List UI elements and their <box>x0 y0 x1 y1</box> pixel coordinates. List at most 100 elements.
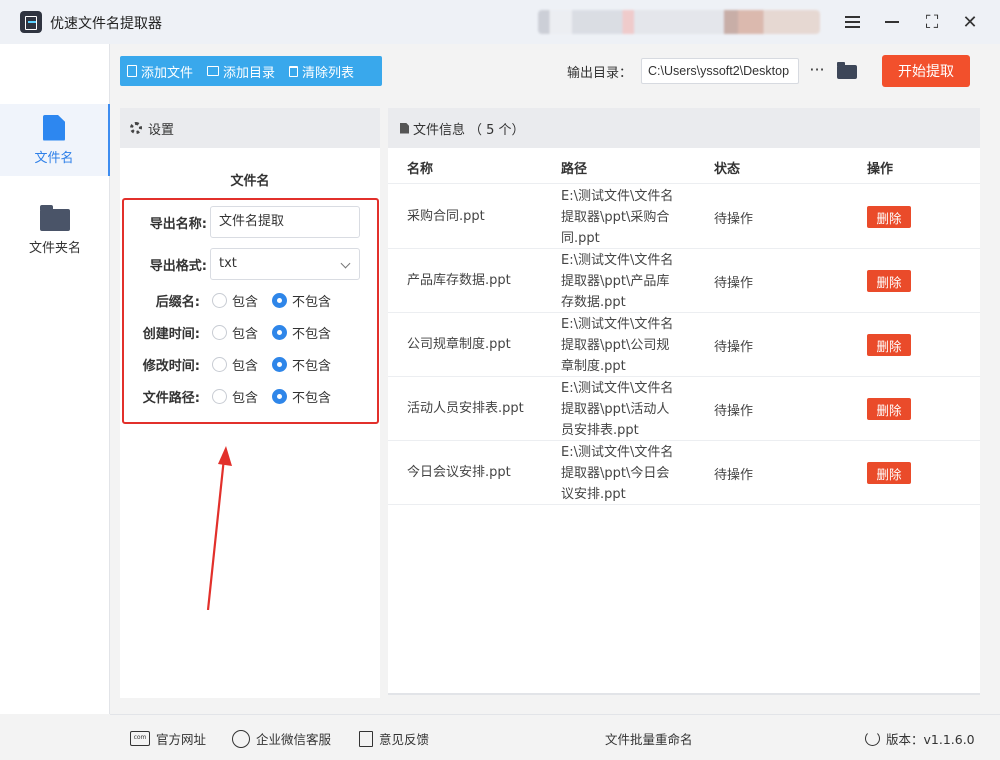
footer-bar: com 官方网址 企业微信客服 意见反馈 文件批量重命名 版本：v1.1.6.0 <box>110 714 1000 760</box>
nav-item-foldername[interactable]: 文件夹名 <box>0 194 110 266</box>
export-name-row: 导出名称: 文件名提取 <box>124 206 381 238</box>
feedback-link[interactable]: 意见反馈 <box>359 729 429 748</box>
table-row[interactable]: 公司规章制度.ppt E:\测试文件\文件名提取器\ppt\公司规章制度.ppt… <box>388 313 980 377</box>
table-row[interactable]: 采购合同.ppt E:\测试文件\文件名提取器\ppt\采购合同.ppt 待操作… <box>388 185 980 249</box>
file-info-title: 文件信息 <box>413 122 466 138</box>
column-status: 状态 <box>714 162 741 177</box>
table-row[interactable]: 今日会议安排.ppt E:\测试文件\文件名提取器\ppt\今日会议安排.ppt… <box>388 441 980 505</box>
file-status: 待操作 <box>714 403 754 419</box>
nav-item-filename[interactable]: 文件名 <box>0 104 110 176</box>
table-header: 名称 路径 状态 操作 <box>388 148 980 184</box>
file-name: 采购合同.ppt <box>407 209 485 224</box>
official-website-link[interactable]: com 官方网址 <box>130 729 206 748</box>
blurred-account-area <box>538 10 820 34</box>
file-toolbar: 添加文件 添加目录 清除列表 <box>120 56 382 86</box>
table-row[interactable]: 活动人员安排表.ppt E:\测试文件\文件名提取器\ppt\活动人员安排表.p… <box>388 377 980 441</box>
maximize-icon[interactable]: ⛶ <box>920 10 944 34</box>
export-format-label: 导出格式: <box>149 258 207 274</box>
minimize-icon[interactable] <box>880 10 904 34</box>
folder-outline-icon <box>207 66 220 76</box>
table-row[interactable]: 产品库存数据.ppt E:\测试文件\文件名提取器\ppt\产品库存数据.ppt… <box>388 249 980 313</box>
suffix-row: 后缀名: 包含 不包含 <box>124 288 381 312</box>
suffix-exclude-radio[interactable]: 不包含 <box>272 291 331 310</box>
file-path-include-radio[interactable]: 包含 <box>212 387 258 406</box>
column-path: 路径 <box>561 162 588 177</box>
suffix-include-radio[interactable]: 包含 <box>212 291 258 310</box>
file-path-exclude-radio[interactable]: 不包含 <box>272 387 331 406</box>
wechat-service-link[interactable]: 企业微信客服 <box>232 729 331 748</box>
file-name: 活动人员安排表.ppt <box>407 401 524 416</box>
delete-button[interactable]: 删除 <box>867 334 911 356</box>
output-dir-label: 输出目录： <box>567 66 633 81</box>
website-icon: com <box>130 731 150 746</box>
delete-button[interactable]: 删除 <box>867 398 911 420</box>
export-format-value: txt <box>219 256 237 271</box>
radio-unchecked-icon <box>212 356 227 372</box>
radio-unchecked-icon <box>212 324 227 340</box>
app-logo-icon <box>20 11 42 33</box>
add-file-button[interactable]: 添加文件 <box>120 56 200 86</box>
feedback-icon <box>359 730 373 747</box>
radio-unchecked-icon <box>212 292 227 308</box>
created-time-include-radio[interactable]: 包含 <box>212 323 258 342</box>
radio-label: 不包含 <box>292 294 332 310</box>
add-directory-button[interactable]: 添加目录 <box>200 56 282 86</box>
horizontal-scrollbar[interactable] <box>388 693 980 695</box>
close-icon[interactable]: ✕ <box>958 10 982 34</box>
file-name: 今日会议安排.ppt <box>407 465 511 480</box>
version-label: 版本：v1.1.6.0 <box>886 732 975 747</box>
modified-time-exclude-radio[interactable]: 不包含 <box>272 355 331 374</box>
radio-label: 包含 <box>232 390 259 406</box>
modified-time-label: 修改时间: <box>142 358 200 374</box>
document-icon <box>400 122 409 134</box>
app-title: 优速文件名提取器 <box>50 16 162 32</box>
file-status: 待操作 <box>714 211 754 227</box>
file-name: 产品库存数据.ppt <box>407 273 511 288</box>
start-extract-button[interactable]: 开始提取 <box>882 55 970 87</box>
batch-rename-link[interactable]: 文件批量重命名 <box>605 729 693 748</box>
radio-checked-icon <box>272 388 287 404</box>
add-file-icon <box>127 65 137 77</box>
feedback-label: 意见反馈 <box>379 732 430 747</box>
file-path: E:\测试文件\文件名提取器\ppt\活动人员安排表.ppt <box>561 380 674 438</box>
radio-label: 包含 <box>232 294 259 310</box>
radio-label: 不包含 <box>292 326 332 342</box>
highlight-box: 导出名称: 文件名提取 导出格式: txt 后缀名: 包含 不包含 创建时间: … <box>122 198 379 424</box>
delete-button[interactable]: 删除 <box>867 206 911 228</box>
delete-button[interactable]: 删除 <box>867 270 911 292</box>
output-dir-input[interactable]: C:\Users\yssoft2\Desktop <box>641 58 799 84</box>
radio-checked-icon <box>272 324 287 340</box>
folder-icon <box>40 204 70 231</box>
official-website-label: 官方网址 <box>156 732 207 747</box>
add-directory-label: 添加目录 <box>223 65 276 81</box>
more-options-button[interactable]: ··· <box>808 60 826 82</box>
export-format-select[interactable]: txt <box>210 248 360 280</box>
clear-list-button[interactable]: 清除列表 <box>282 56 361 86</box>
menu-icon[interactable] <box>840 10 864 34</box>
radio-checked-icon <box>272 292 287 308</box>
file-info-header: 文件信息 （ 5 个） <box>388 108 980 148</box>
title-bar: 优速文件名提取器 ⛶ ✕ <box>0 0 1000 44</box>
export-name-input[interactable]: 文件名提取 <box>210 206 360 238</box>
batch-rename-label: 文件批量重命名 <box>605 732 693 747</box>
radio-checked-icon <box>272 356 287 372</box>
created-time-row: 创建时间: 包含 不包含 <box>124 320 381 344</box>
add-file-label: 添加文件 <box>141 65 194 81</box>
annotation-arrow-icon <box>206 446 232 610</box>
settings-title: 设置 <box>148 122 175 138</box>
delete-button[interactable]: 删除 <box>867 462 911 484</box>
nav-item-label: 文件夹名 <box>28 240 81 256</box>
export-format-row: 导出格式: txt <box>124 248 381 280</box>
refresh-icon <box>865 731 880 746</box>
version-info[interactable]: 版本：v1.1.6.0 <box>865 729 975 748</box>
radio-label: 包含 <box>232 326 259 342</box>
modified-time-include-radio[interactable]: 包含 <box>212 355 258 374</box>
created-time-exclude-radio[interactable]: 不包含 <box>272 323 331 342</box>
radio-label: 不包含 <box>292 390 332 406</box>
browse-folder-icon[interactable] <box>837 62 857 79</box>
column-operation: 操作 <box>867 162 894 177</box>
file-path-label: 文件路径: <box>142 390 200 406</box>
file-path-row: 文件路径: 包含 不包含 <box>124 384 381 408</box>
section-title: 文件名 <box>230 174 270 189</box>
radio-label: 不包含 <box>292 358 332 374</box>
